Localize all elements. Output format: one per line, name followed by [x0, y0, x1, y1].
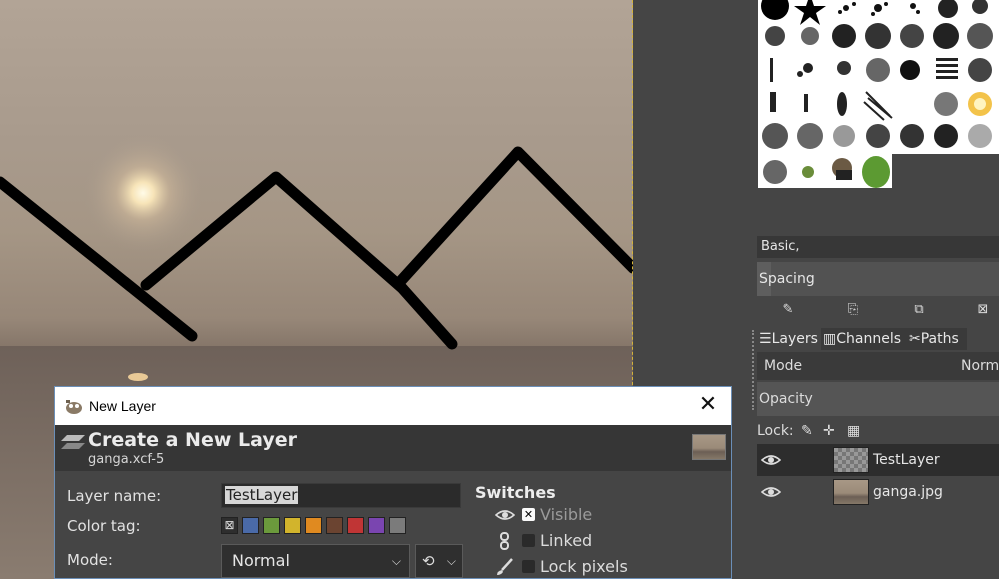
tab-paths[interactable]: ✂Paths: [907, 328, 967, 350]
layer-name-label: Layer name:: [67, 487, 162, 505]
dock-resize-handle[interactable]: [752, 330, 756, 410]
color-tag-label: Color tag:: [67, 517, 141, 535]
color-tag-none[interactable]: ⊠: [221, 517, 238, 534]
chevron-down-icon: ⌵: [391, 554, 401, 568]
layer-thumbnail: [833, 479, 869, 505]
sun-reflection: [128, 373, 148, 381]
layer-row-testlayer[interactable]: TestLayer: [757, 444, 999, 476]
color-tag-blue[interactable]: [242, 517, 259, 534]
color-tag-violet[interactable]: [368, 517, 385, 534]
layer-name: ganga.jpg: [873, 484, 943, 500]
mode-reset-dropdown[interactable]: ⟲ ⌵: [415, 544, 463, 578]
new-layer-icon: [61, 435, 85, 449]
layer-name-value: TestLayer: [225, 486, 299, 504]
eye-icon[interactable]: [761, 450, 781, 470]
color-tag-brown[interactable]: [326, 517, 343, 534]
spacing-label: Spacing: [759, 271, 815, 287]
mode-value: Norm: [961, 358, 999, 374]
linked-checkbox[interactable]: [522, 534, 535, 547]
switches-heading: Switches: [475, 483, 556, 502]
gimp-logo-icon: [66, 400, 82, 414]
layer-thumbnail: [833, 447, 869, 473]
visible-checkbox[interactable]: ✕: [522, 508, 535, 521]
new-brush-icon[interactable]: ⎘: [845, 302, 861, 318]
tab-label: Channels: [836, 331, 902, 347]
tab-channels[interactable]: ▥Channels: [821, 328, 907, 350]
brushes-grid[interactable]: [758, 0, 999, 188]
lock-pixels-icon[interactable]: ✎: [801, 420, 813, 442]
color-tag-yellow[interactable]: [284, 517, 301, 534]
eye-icon[interactable]: [761, 482, 781, 502]
channels-icon: ▥: [823, 331, 837, 347]
color-tag-orange[interactable]: [305, 517, 322, 534]
layer-row-ganga[interactable]: ganga.jpg: [757, 476, 999, 508]
opacity-slider[interactable]: Opacity: [757, 382, 999, 416]
canvas-boundary: [632, 0, 633, 390]
sun: [83, 133, 203, 253]
new-layer-dialog: New Layer ✕ Create a New Layer ganga.xcf…: [54, 386, 732, 579]
eye-icon: [495, 510, 515, 520]
opacity-label: Opacity: [759, 391, 813, 407]
brushes-empty-area: [758, 188, 999, 236]
paths-icon: ✂: [909, 331, 921, 347]
tab-layers[interactable]: ☰Layers: [757, 328, 821, 350]
switch-label: Lock pixels: [540, 557, 628, 576]
mode-label: Mode:: [67, 551, 113, 569]
mode-dropdown[interactable]: Normal ⌵: [221, 544, 410, 578]
brush-actions-bar: ✎ ⎘ ⧉ ⊠: [757, 298, 999, 322]
tab-label: Layers: [771, 331, 818, 347]
mode-label: Mode: [764, 358, 803, 374]
switch-label: Visible: [540, 505, 593, 524]
chevron-down-icon: ⌵: [446, 554, 456, 568]
dialog-subheading: ganga.xcf-5: [88, 452, 165, 467]
layer-name: TestLayer: [873, 452, 940, 468]
dialog-heading: Create a New Layer: [88, 429, 297, 451]
chain-icon: [500, 532, 509, 550]
layer-mode-row[interactable]: Mode Norm: [757, 352, 999, 380]
layer-name-input[interactable]: TestLayer: [221, 483, 461, 508]
edit-brush-icon[interactable]: ✎: [780, 302, 796, 318]
image-thumbnail: [692, 434, 726, 460]
lock-position-icon[interactable]: ✛: [823, 420, 835, 442]
brush-preset-name: Basic,: [757, 236, 999, 258]
color-tag-red[interactable]: [347, 517, 364, 534]
lock-label: Lock:: [757, 423, 794, 439]
reset-icon: ⟲: [422, 552, 435, 570]
switch-label: Linked: [540, 531, 593, 550]
lock-pixels-checkbox[interactable]: [522, 560, 535, 573]
lock-row: Lock: ✎ ✛ ▦: [757, 420, 999, 442]
color-tag-gray[interactable]: [389, 517, 406, 534]
drawn-stroke: [392, 146, 633, 290]
duplicate-brush-icon[interactable]: ⧉: [911, 302, 927, 318]
mode-value: Normal: [232, 551, 290, 570]
brush-previews: [761, 0, 999, 188]
close-icon[interactable]: ✕: [697, 394, 719, 417]
brush-icon: [497, 558, 513, 575]
spacing-slider[interactable]: Spacing: [757, 262, 999, 296]
color-tag-green[interactable]: [263, 517, 280, 534]
lock-alpha-icon[interactable]: ▦: [847, 420, 860, 442]
dialog-titlebar[interactable]: New Layer: [55, 387, 731, 425]
dock-tabs: ☰Layers ▥Channels ✂Paths: [757, 328, 999, 350]
delete-brush-icon[interactable]: ⊠: [975, 302, 991, 318]
dialog-header: Create a New Layer ganga.xcf-5: [55, 425, 731, 471]
dialog-title: New Layer: [89, 398, 156, 414]
tab-label: Paths: [920, 331, 959, 347]
layers-icon: ☰: [759, 331, 772, 347]
